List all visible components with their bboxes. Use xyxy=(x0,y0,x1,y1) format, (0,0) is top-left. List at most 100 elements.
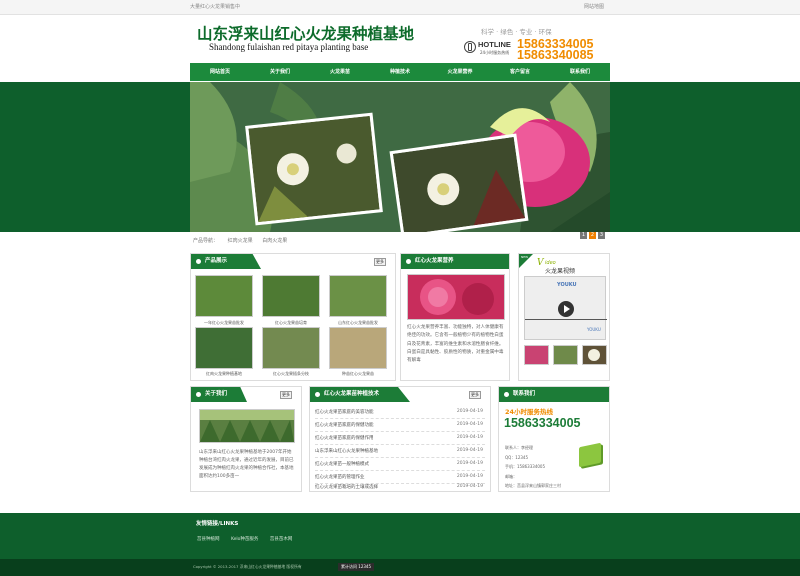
contact-details: 联系人：李经理 QQ：12345 手机：15863334005 邮箱： 地址：莒… xyxy=(505,443,573,491)
footer-links-area: 友情链接/LINKS 莒县种植网 Kelo种苗服务 莒县苗木网 xyxy=(0,513,800,563)
friend-links: 莒县种植网 Kelo种苗服务 莒县苗木网 xyxy=(197,536,292,542)
nutrition-heading: 红心火龙果营养 xyxy=(401,254,509,269)
contact-phone: 15863334005 xyxy=(504,416,581,430)
products-more-link[interactable]: 更多 xyxy=(374,258,386,266)
slide-dot-3[interactable]: 3 xyxy=(598,232,605,239)
tech-item-date: 2019-04-19 xyxy=(456,435,483,440)
visit-counter: 累计访问 12345 xyxy=(338,563,374,571)
nav-item-about[interactable]: 关于我们 xyxy=(250,63,310,81)
product-caption-1[interactable]: 一年红心火龙果苗批发 xyxy=(193,320,255,326)
friend-link-2[interactable]: Kelo种苗服务 xyxy=(231,537,259,542)
about-image[interactable] xyxy=(199,409,295,443)
contact-panel: 联系我们 24小时服务热线 15863334005 联系人：李经理 QQ：123… xyxy=(498,386,610,492)
category-link-white[interactable]: 白肉火龙果 xyxy=(262,238,287,244)
nav-item-home[interactable]: 网站首页 xyxy=(190,63,250,81)
nav-item-nutrition[interactable]: 火龙果营养 xyxy=(430,63,490,81)
hotline-label: HOTLINE xyxy=(478,40,511,49)
footer-copyright-bar: Copyright © 2013-2017 浮来山红心火龙果种植基地 版权所有 … xyxy=(0,559,800,576)
product-category-nav: 产品导航： 红肉火龙果 白肉火龙果 xyxy=(193,237,287,244)
tech-list-item[interactable]: 山东浮来山红心火龙果种植基地 2019-04-19 xyxy=(315,446,485,458)
video-logo: YOUKU xyxy=(557,282,577,288)
video-title-cn: 火龙果视频 xyxy=(545,268,576,275)
slide-dot-1[interactable]: 1 xyxy=(580,232,587,239)
main-nav: 网站首页 关于我们 火龙果苗 种植技术 火龙果营养 客户留言 联系我们 xyxy=(190,63,610,81)
products-panel: 产品展示 更多 一年红心火龙果苗批发 红心火龙果苗培育 山东红心火龙果苗批发 红… xyxy=(190,253,396,381)
tech-more-link[interactable]: 更多 xyxy=(469,391,481,399)
page: 大量红心火龙果销售中 网站地图 山东浮来山红心火龙果种植基地 Shandong … xyxy=(0,0,800,576)
product-thumb-1[interactable] xyxy=(195,275,253,317)
tech-list-item[interactable]: 红心火龙果苗栽培的土壤或选择 2019-04-19 xyxy=(315,482,485,494)
video-logo-small: YOUKU xyxy=(587,327,601,332)
product-thumb-5[interactable] xyxy=(262,327,320,369)
tech-item-title[interactable]: 红心火龙果苗栽培的土壤或选择 xyxy=(315,484,378,490)
nav-item-messages[interactable]: 客户留言 xyxy=(490,63,550,81)
nutrition-text: 红心火龙果营养丰富、功能独特，对人体健康有绝佳的功效。它含有一般植物少有的植物性… xyxy=(407,325,504,364)
product-thumb-6[interactable] xyxy=(329,327,387,369)
top-bar-notice: 大量红心火龙果销售中 xyxy=(190,4,241,10)
video-player[interactable]: YOUKU YOUKU xyxy=(524,276,607,340)
product-caption-4[interactable]: 红肉火龙果种植基地 xyxy=(193,371,255,377)
phone-book-icon xyxy=(579,442,601,468)
category-link-red[interactable]: 红肉火龙果 xyxy=(228,238,253,244)
video-thumb-1[interactable] xyxy=(524,345,549,365)
nav-item-technique[interactable]: 种植技术 xyxy=(370,63,430,81)
tech-list-item[interactable]: 红心火龙果苗家庭的美容功能 2019-04-19 xyxy=(315,407,485,419)
tech-heading: 红心火龙果苗种植技术 xyxy=(310,387,410,402)
tech-item-date: 2019-04-19 xyxy=(456,448,483,453)
nav-item-contact[interactable]: 联系我们 xyxy=(550,63,610,81)
video-title-v: V xyxy=(537,258,544,268)
friend-link-3[interactable]: 莒县苗木网 xyxy=(270,537,293,542)
about-more-link[interactable]: 更多 xyxy=(280,391,292,399)
sitemap-link[interactable]: 网站地图 xyxy=(584,3,604,10)
tech-item-title[interactable]: 红心火龙果苗一般种植模式 xyxy=(315,461,369,467)
product-thumb-2[interactable] xyxy=(262,275,320,317)
copyright-text: Copyright © 2013-2017 浮来山红心火龙果种植基地 版权所有 xyxy=(193,564,302,569)
site-title[interactable]: 山东浮来山红心火龙果种植基地 xyxy=(197,22,414,44)
product-caption-5[interactable]: 红心火龙果插条分枝 xyxy=(260,371,322,377)
tech-item-title[interactable]: 红心火龙果苗家庭的保健功能 xyxy=(315,422,374,428)
site-subtitle: Shandong fulaishan red pitaya planting b… xyxy=(209,42,369,52)
play-button[interactable] xyxy=(558,301,574,317)
contact-email: 邮箱： xyxy=(505,473,517,479)
friend-link-1[interactable]: 莒县种植网 xyxy=(197,537,220,542)
tech-list-item[interactable]: 红心火龙果苗一般种植模式 2019-04-19 xyxy=(315,459,485,471)
hotline-phone-2: 15863340085 xyxy=(517,48,594,62)
product-caption-3[interactable]: 山东红心火龙果苗批发 xyxy=(327,320,389,326)
video-progress-track[interactable] xyxy=(525,319,607,320)
top-bar: 大量红心火龙果销售中 网站地图 xyxy=(0,0,800,15)
product-thumb-3[interactable] xyxy=(329,275,387,317)
video-thumb-3[interactable] xyxy=(582,345,607,365)
tech-item-date: 2019-04-19 xyxy=(456,461,483,466)
contact-qq: QQ：12345 xyxy=(505,454,529,460)
slide-dot-2[interactable]: 2 xyxy=(589,232,596,239)
banner-slideshow[interactable] xyxy=(190,82,610,232)
tech-list-item[interactable]: 红心火龙果苗家庭的保健功能 2019-04-19 xyxy=(315,420,485,432)
slide-pagination: 123 xyxy=(580,221,607,240)
play-icon xyxy=(564,305,570,313)
category-label: 产品导航： xyxy=(193,238,219,244)
tech-item-title[interactable]: 红心火龙果苗的管理作业 xyxy=(315,474,365,480)
product-caption-2[interactable]: 红心火龙果苗培育 xyxy=(260,320,322,326)
products-heading: 产品展示 xyxy=(191,254,261,269)
product-thumb-4[interactable] xyxy=(195,327,253,369)
tech-item-title[interactable]: 山东浮来山红心火龙果种植基地 xyxy=(315,448,378,454)
about-panel: 关于我们 更多 山东浮来山红心火龙果种植基地于2007年开始种植台湾红肉火龙果，… xyxy=(190,386,302,492)
nutrition-panel: 红心火龙果营养 红心火龙果营养丰富、功能独特，对人体健康有绝佳的功效。它含有一般… xyxy=(400,253,510,381)
nutrition-image[interactable] xyxy=(407,274,505,320)
tech-list-item[interactable]: 红心火龙果苗家庭的保健作用 2019-04-19 xyxy=(315,433,485,445)
tech-item-date: 2019-04-19 xyxy=(456,422,483,427)
contact-person: 联系人：李经理 xyxy=(505,445,533,450)
tech-item-date: 2019-04-19 xyxy=(456,484,483,489)
hotline-sublabel: 24小时服务热线 xyxy=(480,50,510,55)
about-heading: 关于我们 xyxy=(191,387,247,402)
contact-address: 地址：莒县浮来山镇郭家庄三村 xyxy=(505,483,561,488)
flower-photo-2 xyxy=(389,133,529,232)
nav-item-seedlings[interactable]: 火龙果苗 xyxy=(310,63,370,81)
contact-mobile: 手机：15863334005 xyxy=(505,464,545,469)
links-heading: 友情链接/LINKS xyxy=(196,521,239,527)
tech-item-title[interactable]: 红心火龙果苗家庭的美容功能 xyxy=(315,409,374,415)
video-thumb-2[interactable] xyxy=(553,345,578,365)
about-text: 山东浮来山红心火龙果种植基地于2007年开始种植台湾红肉火龙果，通过近年的发展，… xyxy=(199,450,294,479)
product-caption-6[interactable]: 种苗红心火龙果苗 xyxy=(327,371,389,377)
tech-item-title[interactable]: 红心火龙果苗家庭的保健作用 xyxy=(315,435,374,441)
